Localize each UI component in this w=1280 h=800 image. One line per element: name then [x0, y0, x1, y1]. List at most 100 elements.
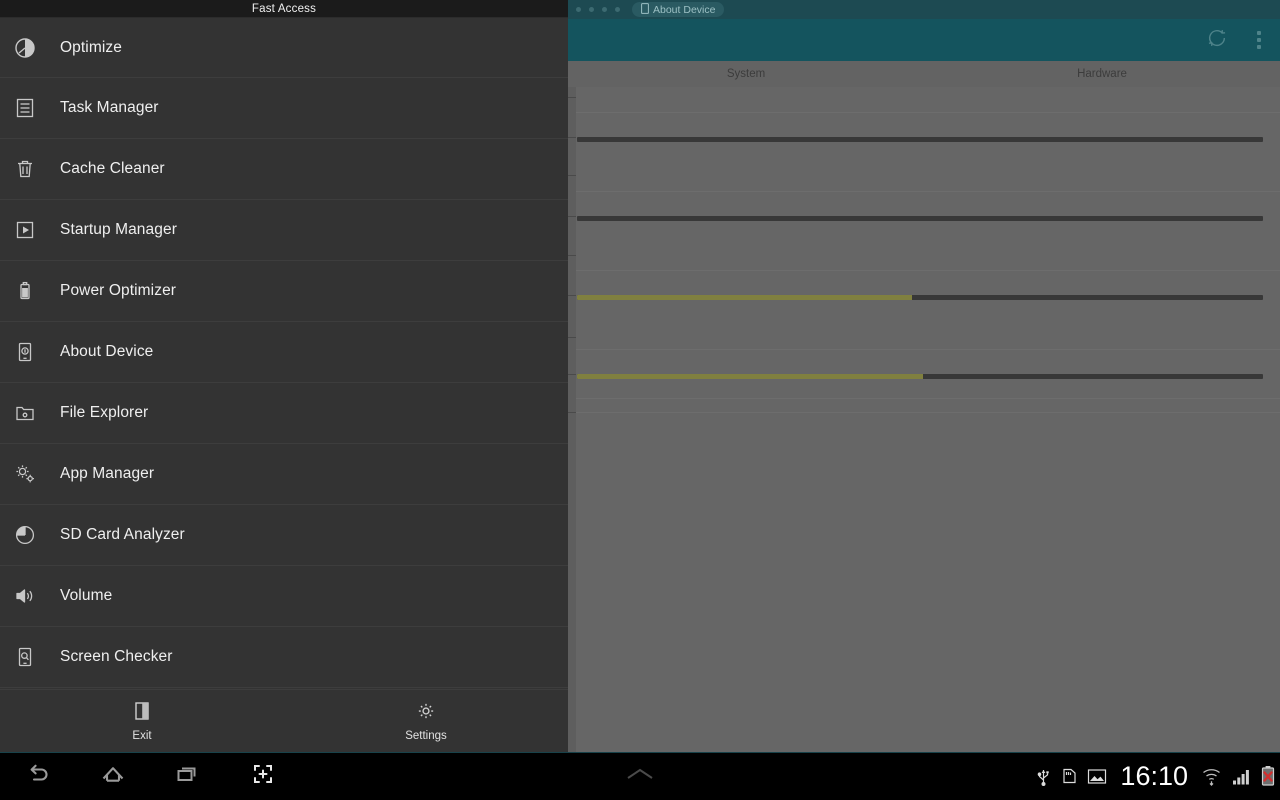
sidebar-item-power-optimizer[interactable]: Power Optimizer: [0, 261, 568, 322]
rail-tick: [568, 216, 576, 217]
folder-gear-icon: [0, 401, 50, 425]
screen-search-icon: [0, 645, 50, 669]
rail-tick: [568, 255, 576, 256]
sidebar-item-volume[interactable]: Volume: [0, 566, 568, 627]
sidebar-item-label: Volume: [60, 587, 113, 604]
system-navigation-bar: 16:10: [0, 752, 1280, 800]
tab-about-device[interactable]: About Device: [632, 2, 725, 17]
row-separator: [576, 398, 1280, 399]
sidebar-item-label: Power Optimizer: [60, 282, 177, 299]
sidebar-item-label: Startup Manager: [60, 221, 177, 238]
about-device-app: About Device System Hardware: [568, 0, 1280, 752]
rail-tick: [568, 137, 576, 138]
sidebar-item-cache-cleaner[interactable]: Cache Cleaner: [0, 139, 568, 200]
scrollbar[interactable]: [568, 87, 576, 752]
gears-icon: [0, 461, 50, 487]
tab-dot: [602, 7, 607, 12]
task-list-icon: [0, 96, 50, 120]
rail-tick: [568, 295, 576, 296]
drawer-title-bar: Fast Access: [0, 0, 568, 17]
battery-icon: [0, 279, 50, 303]
sidebar-item-task-manager[interactable]: Task Manager: [0, 78, 568, 139]
progress-bar: [577, 374, 1263, 379]
sidebar-item-app-manager[interactable]: App Manager: [0, 444, 568, 505]
fast-access-drawer: Fast Access Optimize Task Manager Cache …: [0, 0, 568, 752]
sidebar-item-label: Screen Checker: [60, 648, 173, 665]
image-icon: [1087, 768, 1107, 785]
fast-access-list: Optimize Task Manager Cache Cleaner Star…: [0, 17, 568, 689]
refresh-button[interactable]: [1196, 19, 1238, 61]
row-separator: [576, 191, 1280, 192]
tab-dot: [615, 7, 620, 12]
battery-error-icon: [1260, 765, 1276, 787]
screenshot-icon: [249, 760, 277, 793]
sidebar-item-screen-checker[interactable]: Screen Checker: [0, 627, 568, 688]
chevron-up-icon[interactable]: [623, 766, 657, 787]
trash-icon: [0, 157, 50, 181]
sidebar-item-label: Optimize: [60, 38, 122, 56]
page-title: Fast Access: [251, 2, 317, 15]
sidebar-item-label: SD Card Analyzer: [60, 526, 185, 543]
signal-bars-icon: [1231, 767, 1251, 786]
progress-bar: [577, 216, 1263, 221]
back-button[interactable]: [0, 752, 75, 800]
usb-icon: [1035, 767, 1052, 786]
sidebar-item-label: About Device: [60, 343, 154, 360]
tab-dot: [589, 7, 594, 12]
row-separator: [576, 412, 1280, 413]
refresh-icon: [1206, 27, 1228, 54]
progress-bar-fill: [577, 374, 923, 379]
tab-dot: [576, 7, 581, 12]
back-arrow-icon: [23, 759, 53, 794]
device-info-list: [568, 87, 1280, 752]
settings-button[interactable]: Settings: [284, 690, 568, 752]
rail-tick: [568, 412, 576, 413]
sidebar-item-about-device[interactable]: About Device: [0, 322, 568, 383]
sidebar-item-file-explorer[interactable]: File Explorer: [0, 383, 568, 444]
exit-button[interactable]: Exit: [0, 690, 284, 752]
play-box-icon: [0, 218, 50, 242]
sidebar-item-sd-card-analyzer[interactable]: SD Card Analyzer: [0, 505, 568, 566]
progress-bar: [577, 295, 1263, 300]
section-tabs: System Hardware: [568, 61, 1280, 87]
progress-bar-fill: [577, 295, 913, 300]
tab-system[interactable]: System: [568, 68, 924, 80]
exit-door-icon: [131, 700, 153, 727]
row-separator: [576, 112, 1280, 113]
status-clock: 16:10: [1120, 760, 1188, 791]
row-separator: [576, 349, 1280, 350]
exit-label: Exit: [132, 730, 152, 742]
device-info-icon: [0, 340, 50, 364]
speaker-icon: [0, 584, 50, 608]
tab-hardware[interactable]: Hardware: [924, 68, 1280, 80]
tab-label: About Device: [653, 3, 716, 16]
wifi-icon: [1201, 766, 1222, 786]
status-icons[interactable]: 16:10: [1035, 752, 1276, 800]
drawer-footer: Exit Settings: [0, 689, 568, 752]
recent-apps-button[interactable]: [150, 752, 225, 800]
overflow-menu-icon: [1257, 31, 1261, 49]
row-separator: [576, 270, 1280, 271]
app-action-bar: [568, 19, 1280, 61]
settings-label: Settings: [405, 730, 447, 742]
tablet-screen: Fast Access Optimize Task Manager Cache …: [0, 0, 1280, 800]
sidebar-item-label: Task Manager: [60, 99, 159, 116]
sidebar-item-label: File Explorer: [60, 404, 149, 421]
tab-dots: [576, 7, 620, 12]
sidebar-item-optimize[interactable]: Optimize: [0, 17, 568, 78]
browser-tab-strip: About Device: [568, 0, 1280, 19]
overflow-menu-button[interactable]: [1238, 19, 1280, 61]
device-icon: [641, 2, 649, 17]
sdcard-icon: [1061, 767, 1078, 785]
navbar-buttons: [0, 752, 300, 800]
home-icon: [98, 759, 128, 794]
gear-icon: [415, 700, 437, 727]
home-button[interactable]: [75, 752, 150, 800]
sidebar-item-startup-manager[interactable]: Startup Manager: [0, 200, 568, 261]
screenshot-button[interactable]: [225, 752, 300, 800]
recent-apps-icon: [173, 759, 203, 794]
rail-tick: [568, 374, 576, 375]
rail-tick: [568, 337, 576, 338]
sidebar-item-label: Cache Cleaner: [60, 160, 165, 177]
progress-bar: [577, 137, 1263, 142]
